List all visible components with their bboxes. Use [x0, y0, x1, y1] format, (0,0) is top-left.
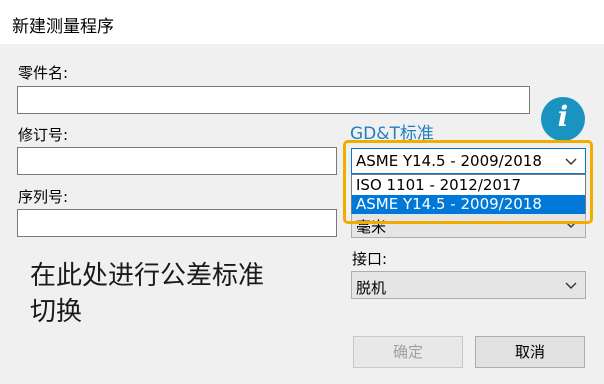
annotation-line-2: 切换 [30, 297, 83, 327]
title-bar: 新建测量程序 [0, 0, 604, 44]
interface-select[interactable]: 脱机 [351, 271, 586, 299]
part-name-input[interactable] [17, 86, 530, 114]
part-name-label: 零件名: [18, 64, 69, 82]
cancel-button[interactable]: 取消 [475, 336, 585, 368]
chevron-down-icon [565, 282, 577, 289]
annotation-line-1: 在此处进行公差标准 [30, 261, 265, 291]
serial-label: 序列号: [18, 188, 69, 206]
new-measurement-program-dialog: 新建测量程序 零件名: 修订号: 序列号: i GD&T标准 毫米 ASME Y… [0, 0, 604, 384]
revision-input[interactable] [17, 147, 337, 175]
serial-input[interactable] [17, 209, 337, 237]
annotation-note: 在此处进行公差标准 切换 [30, 258, 310, 330]
revision-label: 修订号: [18, 126, 69, 144]
interface-label: 接口: [352, 250, 388, 268]
dialog-title: 新建测量程序 [12, 17, 114, 37]
info-icon[interactable]: i [541, 97, 585, 141]
ok-button[interactable]: 确定 [353, 336, 463, 368]
highlight-box [343, 140, 593, 224]
